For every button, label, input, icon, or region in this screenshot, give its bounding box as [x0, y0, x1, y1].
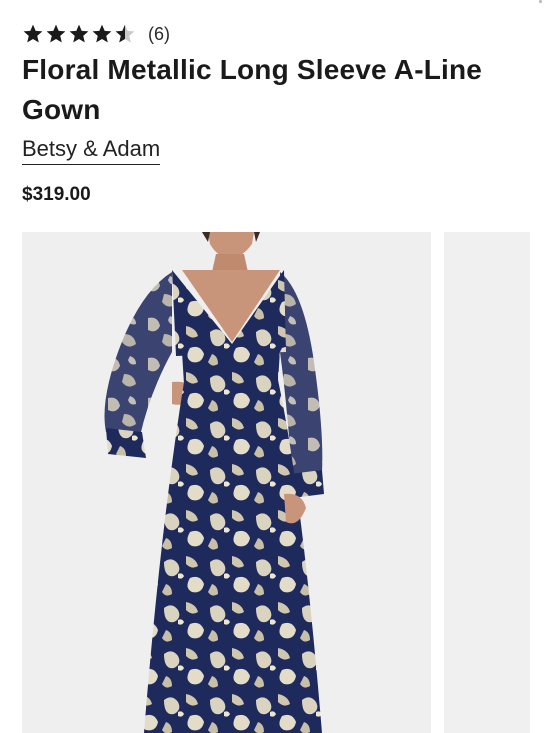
star-half-icon — [114, 23, 136, 45]
status-dot — [539, 0, 542, 3]
star-full-icon — [45, 23, 67, 45]
star-rating — [22, 23, 136, 45]
star-full-icon — [68, 23, 90, 45]
brand-link[interactable]: Betsy & Adam — [22, 135, 161, 165]
review-count[interactable]: (6) — [148, 24, 170, 45]
product-page: (6) Floral Metallic Long Sleeve A-Line G… — [0, 0, 550, 733]
product-image-next-peek[interactable] — [444, 232, 530, 733]
product-title: Floral Metallic Long Sleeve A-Line Gown — [22, 54, 483, 125]
star-full-icon — [22, 23, 44, 45]
star-full-icon — [91, 23, 113, 45]
rating-summary[interactable]: (6) — [22, 22, 170, 46]
gown-photo — [22, 232, 431, 733]
product-price: $319.00 — [22, 184, 91, 205]
product-image-main[interactable] — [22, 232, 431, 733]
